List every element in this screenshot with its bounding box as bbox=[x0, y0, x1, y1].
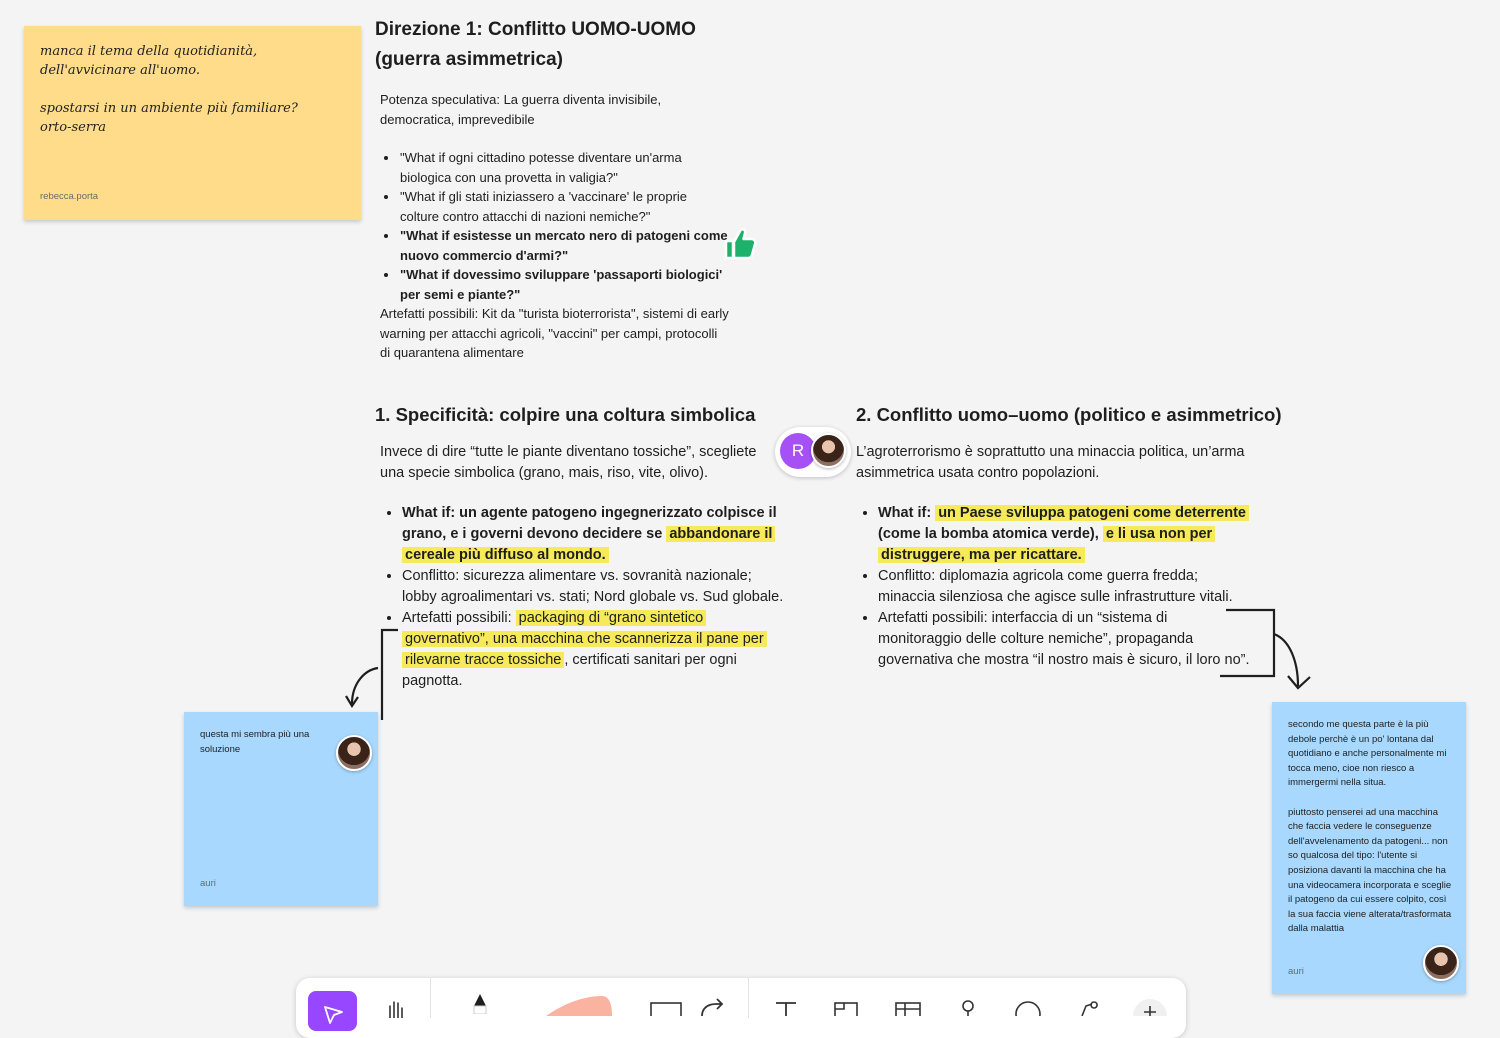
highlight: un Paese sviluppa patogeni come deterren… bbox=[935, 505, 1250, 521]
section-1-title: 1. Specificità: colpire una coltura simb… bbox=[375, 404, 756, 425]
cursor-icon bbox=[323, 1006, 343, 1024]
list-item: "What if ogni cittadino potesse diventar… bbox=[399, 148, 720, 187]
section-2-title: 2. Conflitto uomo–uomo (politico e asimm… bbox=[856, 404, 1282, 425]
section-1[interactable]: 1. Specificità: colpire una coltura simb… bbox=[375, 402, 783, 692]
stamp-tool-button[interactable] bbox=[948, 998, 988, 1032]
hand-tool-button[interactable] bbox=[376, 998, 416, 1032]
collaborator-presence[interactable]: R bbox=[775, 427, 851, 477]
section-2-intro: L’agroterrorismo è soprattutto una minac… bbox=[856, 444, 1245, 481]
shape-tool-button[interactable] bbox=[646, 1002, 686, 1036]
marker-icon bbox=[473, 994, 487, 1014]
section-2-bullets: What if: un Paese sviluppa patogeni come… bbox=[856, 503, 1250, 671]
section-1-intro: Invece di dire “tutte le piante diventan… bbox=[380, 444, 757, 481]
list-item: What if: un Paese sviluppa patogeni come… bbox=[878, 503, 1250, 566]
marker-tool-button[interactable] bbox=[460, 992, 500, 1026]
avatar bbox=[1423, 945, 1459, 981]
section-1-bullets: What if: un agente patogeno ingegnerizza… bbox=[380, 503, 784, 692]
highlighter-icon bbox=[546, 996, 612, 1016]
connector-tool-button[interactable] bbox=[692, 996, 732, 1030]
text-tool-button[interactable] bbox=[766, 1000, 806, 1034]
list-item: What if: un agente patogeno ingegnerizza… bbox=[402, 503, 784, 566]
hand-icon bbox=[389, 1001, 403, 1018]
sticker-icon bbox=[1015, 1001, 1041, 1016]
list-item: Artefatti possibili: packaging di “grano… bbox=[402, 608, 784, 692]
list-item: Conflitto: diplomazia agricola come guer… bbox=[878, 566, 1250, 608]
list-item: "What if dovessimo sviluppare 'passaport… bbox=[399, 265, 745, 304]
list-item: "What if esistesse un mercato nero di pa… bbox=[399, 226, 740, 265]
highlighter-tool-button[interactable] bbox=[536, 994, 616, 1028]
sticky-note-author: auri bbox=[1288, 966, 1304, 977]
sticky-note-auri-left[interactable]: questa mi sembra più una soluzione auri bbox=[184, 712, 378, 906]
direction-title: Direzione 1: Conflitto UOMO-UOMO (guerra… bbox=[375, 19, 696, 70]
list-item: Conflitto: sicurezza alimentare vs. sovr… bbox=[402, 566, 784, 608]
sticky-note-text: secondo me questa parte è la più debole … bbox=[1288, 719, 1452, 935]
list-item: Artefatti possibili: interfaccia di un “… bbox=[878, 608, 1250, 671]
more-tool-button[interactable] bbox=[1130, 996, 1170, 1030]
sticky-note-auri-right[interactable]: secondo me questa parte è la più debole … bbox=[1272, 702, 1466, 994]
artefatti-text: Artefatti possibili: Kit da "turista bio… bbox=[380, 306, 729, 360]
widgets-tool-button[interactable] bbox=[1070, 996, 1110, 1030]
sticky-note-rebecca[interactable]: manca il tema della quotidianità, dell'a… bbox=[24, 26, 361, 220]
bottom-toolbar bbox=[296, 978, 1186, 1038]
sticky-note-text: manca il tema della quotidianità, dell'a… bbox=[40, 44, 298, 135]
sticky-note-author: auri bbox=[200, 878, 216, 889]
redo-arrow-icon bbox=[701, 998, 724, 1016]
avatar bbox=[811, 433, 846, 468]
sticky-note-author: rebecca.porta bbox=[40, 191, 99, 202]
sparkle-icon bbox=[1081, 1001, 1098, 1016]
section-tool-button[interactable] bbox=[826, 1000, 866, 1034]
list-item: "What if gli stati iniziassero a 'vaccin… bbox=[399, 187, 720, 226]
move-tool-button[interactable] bbox=[308, 991, 357, 1031]
avatar bbox=[336, 735, 372, 771]
stamp-icon bbox=[962, 1000, 974, 1016]
potenza-speculativa: Potenza speculativa: La guerra diventa i… bbox=[380, 92, 662, 127]
annotation-arrow-left[interactable] bbox=[340, 620, 410, 720]
sticky-note-text: questa mi sembra più una soluzione bbox=[200, 729, 312, 755]
annotation-arrow-right[interactable] bbox=[1212, 604, 1317, 696]
direction-block[interactable]: Direzione 1: Conflitto UOMO-UOMO (guerra… bbox=[375, 15, 755, 363]
thumbs-up-sticker-icon[interactable] bbox=[720, 224, 760, 264]
sticker-tool-button[interactable] bbox=[1008, 998, 1048, 1032]
direction-bullets: "What if ogni cittadino potesse diventar… bbox=[380, 148, 755, 304]
plus-icon bbox=[1133, 999, 1167, 1016]
table-tool-button[interactable] bbox=[888, 1000, 928, 1034]
